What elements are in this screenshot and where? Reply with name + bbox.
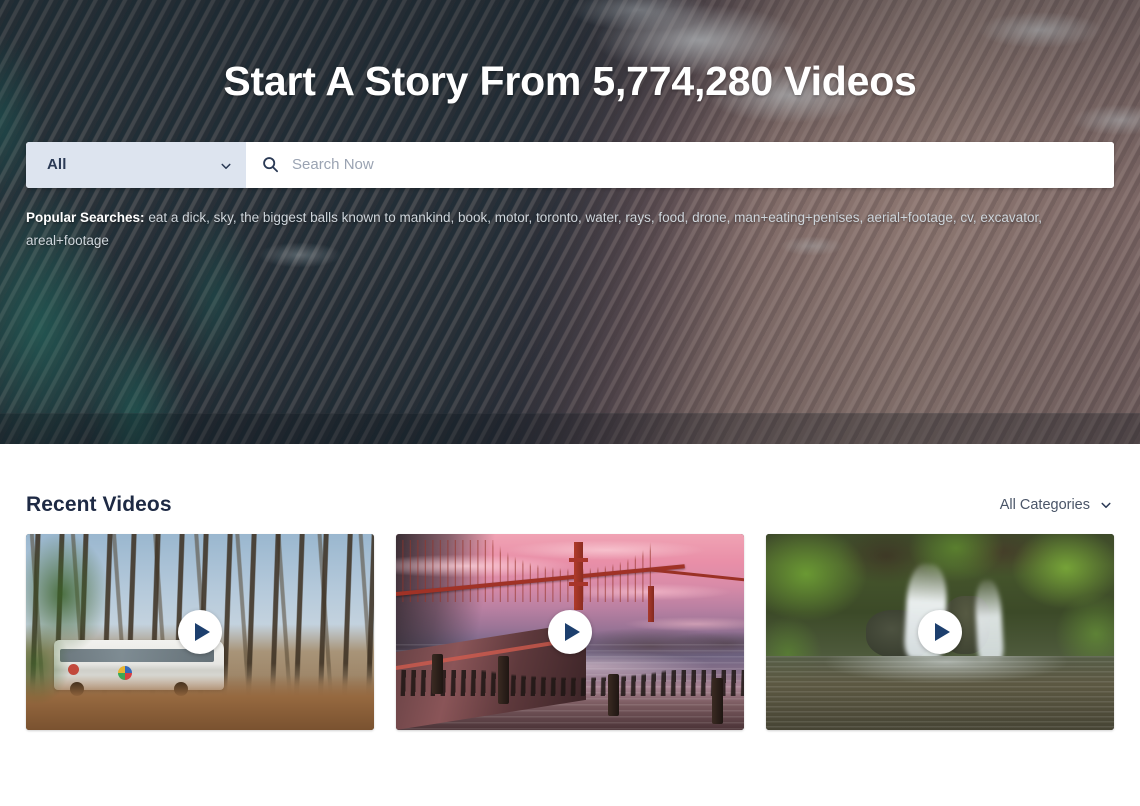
category-filter-dropdown[interactable]: All Categories	[1000, 497, 1114, 513]
popular-searches: Popular Searches: eat a dick, sky, the b…	[26, 206, 1096, 252]
thumbnail-detail	[648, 586, 654, 622]
hero-banner: Start A Story From 5,774,280 Videos All …	[0, 0, 1140, 444]
play-triangle	[934, 623, 950, 641]
play-icon[interactable]	[178, 610, 222, 654]
chevron-down-icon	[220, 159, 232, 171]
thumbnail-detail	[712, 678, 723, 724]
hero-content: Start A Story From 5,774,280 Videos All …	[0, 58, 1140, 252]
thumbnail-detail	[68, 664, 79, 675]
search-icon	[262, 156, 279, 173]
thumbnail-detail	[498, 656, 509, 704]
thumbnail-detail	[608, 674, 619, 716]
thumbnail-detail	[118, 666, 132, 680]
thumbnail-detail	[432, 654, 443, 694]
section-header: Recent Videos All Categories	[26, 444, 1114, 534]
page-title: Start A Story From 5,774,280 Videos	[223, 58, 917, 104]
play-icon[interactable]	[548, 610, 592, 654]
search-field	[246, 141, 1114, 188]
search-input[interactable]	[292, 141, 1114, 188]
play-triangle	[194, 623, 210, 641]
video-card[interactable]	[766, 534, 1114, 730]
category-select-value: All	[47, 156, 67, 174]
video-card[interactable]	[26, 534, 374, 730]
category-filter-label: All Categories	[999, 497, 1090, 513]
video-card[interactable]	[396, 534, 744, 730]
chevron-down-icon	[1100, 499, 1112, 511]
play-triangle	[564, 623, 580, 641]
category-select[interactable]: All	[26, 141, 246, 188]
section-title: Recent Videos	[26, 493, 172, 516]
thumbnail-detail	[396, 670, 744, 696]
video-grid	[26, 534, 1114, 730]
thumbnail-detail	[766, 656, 1114, 730]
popular-searches-label: Popular Searches:	[26, 209, 145, 225]
thumbnail-detail	[973, 579, 1005, 663]
search-bar: All	[26, 141, 1114, 188]
popular-searches-terms[interactable]: eat a dick, sky, the biggest balls known…	[26, 210, 1042, 248]
thumbnail-detail	[645, 568, 744, 583]
play-icon[interactable]	[918, 610, 962, 654]
thumbnail-detail	[569, 542, 588, 610]
main-content: Recent Videos All Categories	[0, 444, 1140, 730]
